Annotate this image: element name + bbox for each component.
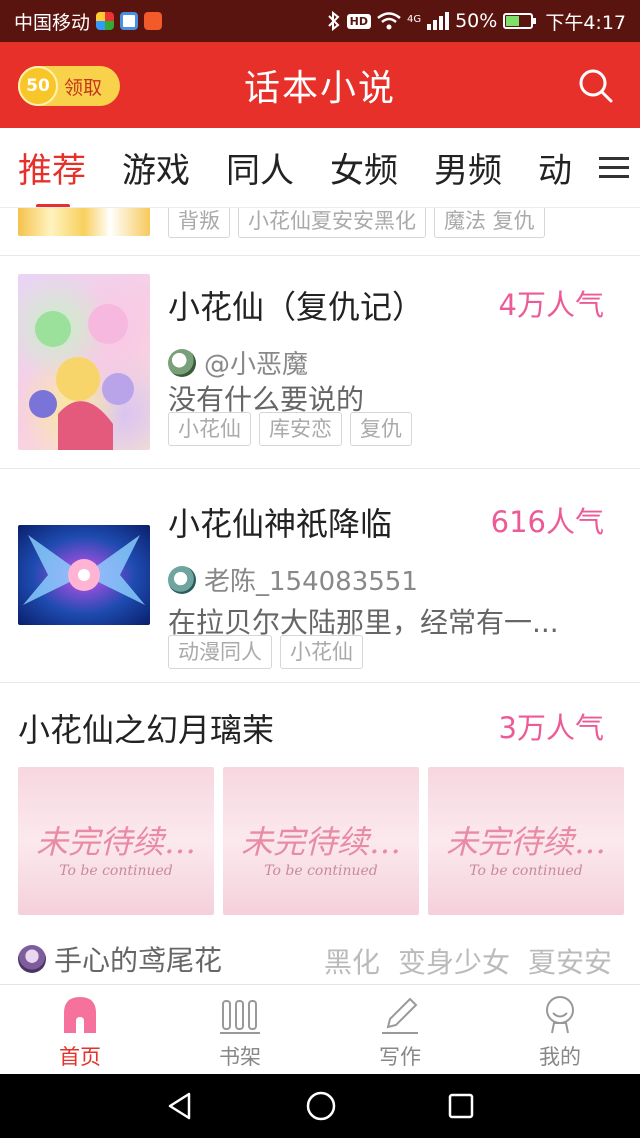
- home-circle-icon[interactable]: [305, 1090, 337, 1122]
- bookshelf-icon: [220, 1000, 260, 1034]
- signal-icon: [427, 12, 450, 30]
- thumbnail-subtext: To be continued: [264, 863, 378, 879]
- nav-label: 首页: [59, 1045, 101, 1069]
- nav-label: 写作: [379, 1045, 421, 1069]
- author-name: 手心的鸢尾花: [54, 944, 223, 977]
- thumbnail-subtext: To be continued: [469, 863, 583, 879]
- tag[interactable]: 小花仙夏安安黑化: [238, 208, 426, 238]
- chapter-thumbnail[interactable]: 未完待续… To be continued: [428, 767, 624, 915]
- reward-button[interactable]: 50 领取: [18, 66, 120, 106]
- home-icon: [64, 997, 96, 1033]
- avatar: [18, 945, 46, 973]
- author[interactable]: 老陈_154083551: [168, 561, 418, 598]
- tag[interactable]: 库安恋: [259, 412, 342, 446]
- author[interactable]: @小恶魔: [168, 344, 308, 381]
- tag[interactable]: 黑化: [324, 941, 380, 981]
- book-cover: [18, 274, 150, 450]
- book-cover: [18, 525, 150, 625]
- tab-menu-button[interactable]: [588, 128, 640, 207]
- author-name: @小恶魔: [204, 350, 309, 380]
- bluetooth-icon: [327, 11, 340, 31]
- chapter-thumbnail[interactable]: 未完待续… To be continued: [18, 767, 214, 915]
- thumbnail-subtext: To be continued: [59, 863, 173, 879]
- tag[interactable]: 复仇: [350, 412, 412, 446]
- tag[interactable]: 变身少女: [398, 941, 510, 981]
- nav-write[interactable]: 写作: [320, 985, 480, 1074]
- wifi-icon: [377, 12, 401, 30]
- avatar: [168, 565, 196, 594]
- thumbnail-strip: 未完待续… To be continued 未完待续… To be contin…: [18, 767, 624, 915]
- thumbnail-text: 未完待续…: [445, 823, 606, 861]
- battery-icon: [503, 13, 537, 29]
- reward-label: 领取: [64, 76, 103, 99]
- nav-label: 我的: [539, 1045, 581, 1069]
- nav-label: 书架: [219, 1045, 261, 1069]
- nav-home[interactable]: 首页: [0, 985, 160, 1074]
- back-icon[interactable]: [165, 1091, 195, 1121]
- nav-profile[interactable]: 我的: [480, 985, 640, 1074]
- tab-fan-fiction[interactable]: 同人: [226, 143, 294, 192]
- thumbnail-text: 未完待续…: [240, 823, 401, 861]
- popularity-count: 3万人气: [498, 711, 604, 745]
- tag[interactable]: 动漫同人: [168, 635, 272, 669]
- book-title: 小花仙神祇降临: [168, 505, 393, 543]
- tag[interactable]: 小花仙: [280, 635, 363, 669]
- tag[interactable]: 夏安安: [528, 941, 612, 981]
- menu-icon: [599, 157, 629, 178]
- tab-recommend[interactable]: 推荐: [18, 143, 86, 207]
- app-notification-icon: [96, 12, 115, 30]
- pencil-icon: [382, 997, 418, 1034]
- tag-list: 背叛 小花仙夏安安黑化 魔法 复仇: [168, 208, 545, 238]
- chapter-thumbnail[interactable]: 未完待续… To be continued: [223, 767, 419, 915]
- nav-bookshelf[interactable]: 书架: [160, 985, 320, 1074]
- tag[interactable]: 背叛: [168, 208, 230, 238]
- coin-icon: 50: [18, 66, 58, 106]
- list-item[interactable]: 背叛 小花仙夏安安黑化 魔法 复仇: [0, 208, 640, 256]
- tab-anime[interactable]: 动: [538, 143, 572, 192]
- book-title: 小花仙（复仇记）: [168, 288, 425, 326]
- tag-list: 动漫同人 小花仙: [168, 635, 363, 669]
- avatar: [168, 348, 196, 377]
- profile-icon: [546, 996, 574, 1034]
- status-bar: 中国移动 HD 4G 50% 下午4:17: [0, 0, 640, 42]
- thumbnail-text: 未完待续…: [35, 823, 196, 861]
- tab-male[interactable]: 男频: [434, 143, 502, 192]
- popularity-count: 616人气: [490, 505, 604, 539]
- tab-female[interactable]: 女频: [330, 143, 398, 192]
- category-tabs: 推荐 游戏 同人 女频 男频 动: [0, 128, 640, 208]
- list-item[interactable]: 小花仙（复仇记） 4万人气 @小恶魔 没有什么要说的 小花仙 库安恋 复仇: [0, 256, 640, 469]
- tag-list: 小花仙 库安恋 复仇: [168, 412, 412, 446]
- author-name: 老陈_154083551: [204, 567, 418, 597]
- app-title: 话本小说: [243, 68, 396, 109]
- hd-icon: HD: [346, 13, 371, 29]
- clock: 下午4:17: [545, 11, 626, 34]
- book-cover: [18, 208, 150, 236]
- carrier-label: 中国移动: [14, 11, 91, 34]
- system-nav-bar: [0, 1074, 640, 1138]
- book-feed[interactable]: 背叛 小花仙夏安安黑化 魔法 复仇 小花仙（复仇记） 4万人气 @小恶魔 没有什…: [0, 208, 640, 984]
- video-notification-icon: [144, 12, 163, 30]
- book-title: 小花仙之幻月璃茉: [18, 711, 275, 749]
- popularity-count: 4万人气: [498, 288, 604, 322]
- tab-games[interactable]: 游戏: [122, 143, 190, 192]
- app-header: 50 领取 话本小说: [0, 42, 640, 128]
- search-icon[interactable]: [578, 68, 614, 104]
- browser-notification-icon: [120, 12, 139, 30]
- author[interactable]: 手心的鸢尾花: [18, 939, 222, 979]
- tag[interactable]: 小花仙: [168, 412, 251, 446]
- network-type: 4G: [406, 13, 422, 25]
- tag[interactable]: 魔法 复仇: [434, 208, 545, 238]
- recents-icon[interactable]: [447, 1092, 475, 1120]
- tag-list: 黑化 变身少女 夏安安: [324, 941, 612, 981]
- bottom-nav: 首页 书架 写作 我的: [0, 984, 640, 1074]
- list-item[interactable]: 小花仙神祇降临 616人气 老陈_154083551 在拉贝尔大陆那里，经常有一…: [0, 469, 640, 683]
- list-item[interactable]: 小花仙之幻月璃茉 3万人气 未完待续… To be continued 未完待续…: [0, 683, 640, 984]
- battery-percent: 50%: [455, 10, 498, 32]
